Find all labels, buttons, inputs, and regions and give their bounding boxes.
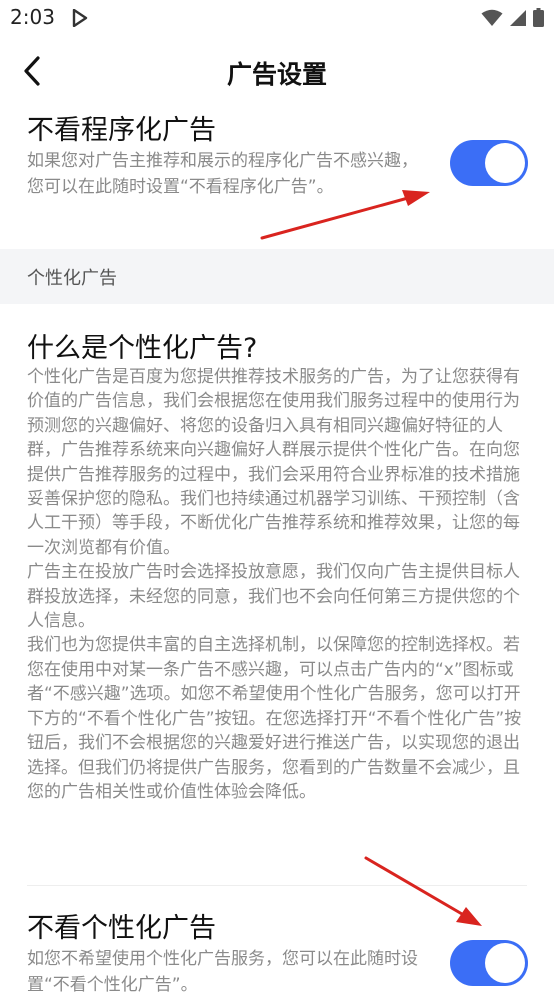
signal-icon <box>509 9 527 31</box>
personalized-ads-opt-out-title: 不看个性化广告 <box>27 913 216 944</box>
status-icons <box>481 8 544 31</box>
programmatic-ads-title: 不看程序化广告 <box>27 115 216 146</box>
personalized-ads-toggle[interactable] <box>450 940 528 986</box>
toggle-knob <box>485 943 525 983</box>
status-bar: 2:03 <box>0 0 554 38</box>
info-paragraph: 广告主在投放广告时会选择投放意愿，我们仅向广告主提供目标人群投放选择，未经您的同… <box>27 562 520 632</box>
divider <box>27 885 527 886</box>
info-paragraph: 个性化广告是百度为您提供推荐技术服务的广告，为了让您获得有价值的广告信息，我们会… <box>27 367 520 558</box>
personalized-ads-info-title: 什么是个性化广告? <box>27 333 258 364</box>
wifi-icon <box>481 9 503 31</box>
programmatic-ads-toggle[interactable] <box>450 140 528 186</box>
status-time: 2:03 <box>10 5 55 29</box>
group-header: 个性化广告 <box>0 249 554 304</box>
personalized-ads-opt-out-description: 如您不希望使用个性化广告服务，您可以在此随时设置“不看个性化广告”。 <box>27 949 418 995</box>
red-arrow-icon <box>364 856 482 926</box>
play-store-icon <box>72 8 88 31</box>
personalized-ads-info-body: 个性化广告是百度为您提供推荐技术服务的广告，为了让您获得有价值的广告信息，我们会… <box>27 365 529 804</box>
programmatic-ads-description: 如果您对广告主推荐和展示的程序化广告不感兴趣，您可以在此随时设置“不看程序化广告… <box>27 151 418 197</box>
nav-bar: 广告设置 <box>0 42 554 100</box>
toggle-knob <box>485 143 525 183</box>
info-paragraph: 我们也为您提供丰富的自主选择机制，以保障您的控制选择权。若您在使用中对某一条广告… <box>27 635 522 802</box>
battery-icon <box>533 8 544 31</box>
page-title: 广告设置 <box>226 60 327 89</box>
group-header-label: 个性化广告 <box>27 268 117 289</box>
